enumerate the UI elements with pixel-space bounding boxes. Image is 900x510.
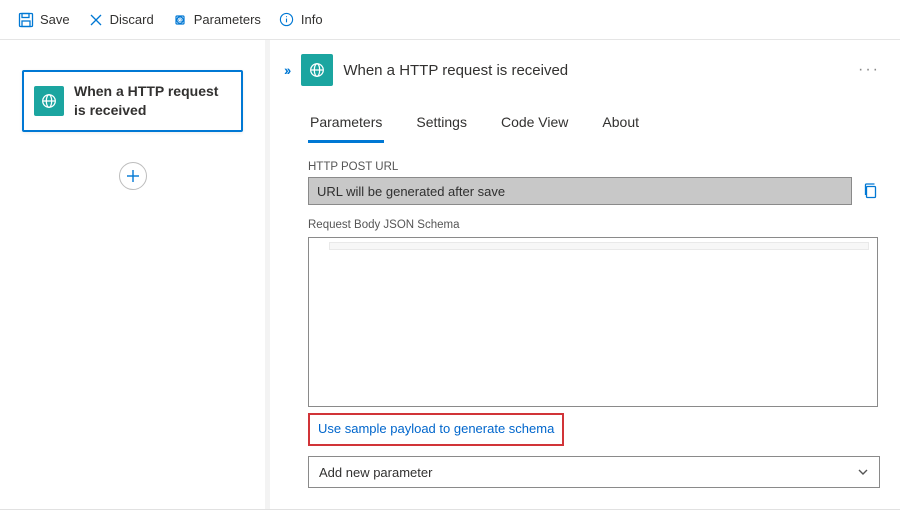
tab-settings[interactable]: Settings	[414, 108, 469, 143]
discard-label: Discard	[110, 12, 154, 27]
parameters-icon: @	[172, 12, 188, 28]
save-icon	[18, 12, 34, 28]
http-post-url-label: HTTP POST URL	[308, 161, 880, 173]
copy-url-button[interactable]	[862, 182, 880, 200]
save-label: Save	[40, 12, 70, 27]
add-parameter-dropdown[interactable]: Add new parameter	[308, 456, 880, 488]
schema-textarea[interactable]	[308, 237, 878, 407]
use-sample-payload-link[interactable]: Use sample payload to generate schema	[318, 421, 554, 436]
svg-text:@: @	[176, 17, 183, 24]
close-icon	[88, 12, 104, 28]
save-button[interactable]: Save	[10, 8, 78, 32]
http-request-icon	[301, 54, 333, 86]
designer-canvas: When a HTTP request is received	[0, 40, 270, 509]
tab-about[interactable]: About	[600, 108, 641, 143]
collapse-button[interactable]: ››	[282, 62, 291, 78]
tab-parameters[interactable]: Parameters	[308, 108, 384, 143]
chevron-down-icon	[857, 466, 869, 478]
schema-label: Request Body JSON Schema	[308, 219, 880, 231]
discard-button[interactable]: Discard	[80, 8, 162, 32]
trigger-card-title: When a HTTP request is received	[74, 82, 231, 120]
more-menu-button[interactable]: ···	[858, 62, 880, 78]
highlight-box: Use sample payload to generate schema	[308, 413, 564, 446]
parameters-label: Parameters	[194, 12, 261, 27]
command-bar: Save Discard @ Parameters Info	[0, 0, 900, 40]
http-request-icon	[34, 86, 64, 116]
panel-title: When a HTTP request is received	[343, 62, 568, 79]
parameters-button[interactable]: @ Parameters	[164, 8, 269, 32]
tab-code-view[interactable]: Code View	[499, 108, 570, 143]
info-button[interactable]: Info	[271, 8, 331, 32]
trigger-card[interactable]: When a HTTP request is received	[22, 70, 243, 132]
info-icon	[279, 12, 295, 28]
info-label: Info	[301, 12, 323, 27]
add-parameter-label: Add new parameter	[319, 465, 432, 480]
panel-tabs: Parameters Settings Code View About	[308, 108, 880, 143]
add-step-button[interactable]	[119, 162, 147, 190]
details-panel: ›› When a HTTP request is received ··· P…	[270, 40, 900, 509]
http-post-url-field: URL will be generated after save	[308, 177, 852, 205]
